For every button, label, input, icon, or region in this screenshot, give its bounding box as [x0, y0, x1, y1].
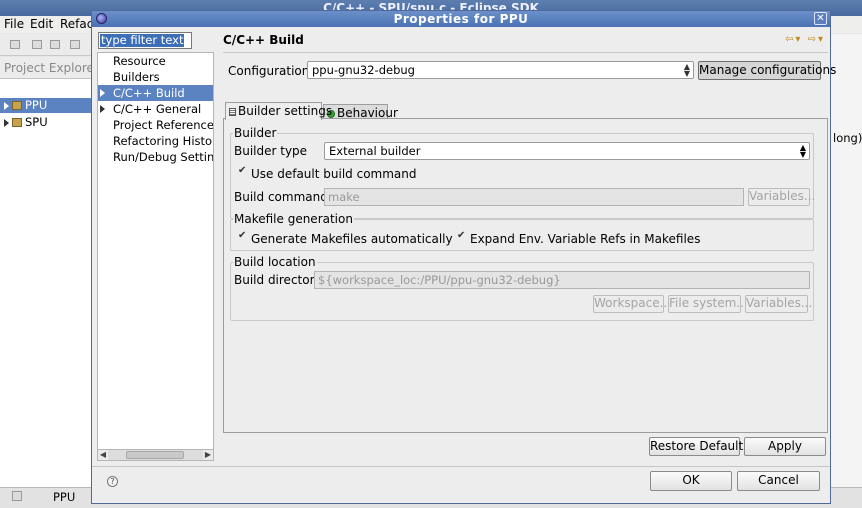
- nav-item-builders[interactable]: Builders: [98, 69, 213, 85]
- scroll-left-icon[interactable]: ◀: [98, 450, 108, 460]
- status-project-label: PPU: [53, 490, 76, 504]
- nav-item-project-references[interactable]: Project References: [98, 117, 213, 133]
- nav-item-label: C/C++ Build: [113, 86, 185, 100]
- nav-item-refactoring-history[interactable]: Refactoring History: [98, 133, 213, 149]
- variables-button[interactable]: Variables...: [748, 188, 815, 206]
- checkbox-label: Generate Makefiles automatically: [251, 232, 453, 246]
- build-command-field[interactable]: make: [324, 188, 744, 206]
- checkbox-checked-icon[interactable]: [238, 230, 247, 243]
- location-variables-button[interactable]: Variables...: [745, 295, 812, 313]
- expand-env-variable-refs-checkbox[interactable]: Expand Env. Variable Refs in Makefiles: [457, 230, 701, 246]
- updown-arrow-icon: ▲ ▼: [799, 143, 806, 159]
- nav-item-label: Run/Debug Settings: [113, 150, 214, 164]
- generate-makefiles-checkbox[interactable]: Generate Makefiles automatically: [238, 230, 453, 246]
- filter-placeholder-text: type filter text: [100, 33, 185, 47]
- editor-text-fragment: long): [833, 131, 862, 145]
- nav-item-resource[interactable]: Resource: [98, 53, 213, 69]
- dialog-title: Properties for PPU: [92, 11, 830, 27]
- project-explorer-title[interactable]: Project Explorer: [0, 57, 92, 79]
- project-folder-icon: [12, 118, 22, 127]
- builder-type-value: External builder: [329, 144, 421, 158]
- document-icon: [229, 108, 236, 116]
- configuration-label: Configuration:: [228, 64, 314, 78]
- scrollbar-thumb[interactable]: [126, 451, 184, 459]
- use-default-build-command-checkbox[interactable]: Use default build command: [238, 165, 417, 181]
- nav-item-cpp-build[interactable]: C/C++ Build: [98, 85, 213, 101]
- nav-item-label: C/C++ General: [113, 102, 202, 116]
- nav-item-cpp-general[interactable]: C/C++ General: [98, 101, 213, 117]
- tree-item-label: SPU: [25, 115, 48, 129]
- expand-arrow-icon[interactable]: [4, 101, 9, 110]
- configuration-value: ppu-gnu32-debug: [312, 63, 415, 77]
- nav-item-label: Project References: [113, 118, 214, 132]
- builder-type-select[interactable]: External builder ▲ ▼: [324, 142, 810, 160]
- build-directory-label: Build directory: [234, 273, 322, 287]
- new-icon[interactable]: [10, 40, 20, 49]
- horizontal-scrollbar[interactable]: ◀ ▶: [97, 449, 214, 461]
- checkbox-label: Use default build command: [251, 167, 417, 181]
- divider: [223, 52, 828, 53]
- divider: [92, 466, 830, 467]
- updown-arrow-icon: ▲ ▼: [683, 62, 690, 78]
- builder-group-title: Builder: [233, 126, 278, 140]
- expand-arrow-icon[interactable]: [4, 118, 9, 127]
- build-command-label: Build command:: [234, 190, 332, 204]
- cancel-button[interactable]: Cancel: [737, 471, 820, 491]
- save-icon[interactable]: [32, 40, 42, 49]
- builder-type-label: Builder type: [234, 144, 308, 158]
- project-explorer: Project Explorer PPU SPU: [0, 57, 92, 487]
- close-icon[interactable]: ✕: [814, 12, 827, 25]
- expand-arrow-icon[interactable]: [100, 105, 105, 113]
- build-location-group-title: Build location: [233, 255, 317, 269]
- makefile-group-title: Makefile generation: [233, 212, 354, 226]
- tab-builder-settings[interactable]: Builder settings: [225, 102, 332, 120]
- expand-arrow-icon[interactable]: [100, 89, 105, 97]
- restore-defaults-button[interactable]: Restore Defaults: [649, 437, 749, 456]
- tree-item-ppu[interactable]: PPU: [0, 98, 92, 113]
- editor-area-edge: [829, 34, 862, 487]
- properties-dialog: Properties for PPU ✕ type filter text Re…: [91, 10, 836, 504]
- ok-button[interactable]: OK: [650, 471, 732, 491]
- eclipse-toolbar: [0, 34, 92, 56]
- checkbox-checked-icon[interactable]: [457, 230, 466, 243]
- menu-edit[interactable]: Edit: [30, 17, 53, 31]
- menu-file[interactable]: File: [4, 17, 24, 31]
- save-all-icon[interactable]: [50, 40, 60, 49]
- build-directory-field[interactable]: ${workspace_loc:/PPU/ppu-gnu32-debug}: [314, 271, 810, 289]
- tab-label: Builder settings: [238, 104, 333, 118]
- nav-item-run-debug-settings[interactable]: Run/Debug Settings: [98, 149, 213, 165]
- back-forward-icon[interactable]: ⇦▾ ⇨▾: [785, 34, 825, 45]
- nav-item-label: Refactoring History: [113, 134, 214, 148]
- workspace-button[interactable]: Workspace...: [593, 295, 671, 313]
- help-icon[interactable]: ?: [107, 476, 118, 487]
- file-system-button[interactable]: File system...: [668, 295, 748, 313]
- property-page-tree: Resource Builders C/C++ Build C/C++ Gene…: [97, 52, 214, 450]
- nav-item-label: Resource: [113, 54, 166, 68]
- eclipse-icon: [96, 13, 107, 24]
- checkbox-label: Expand Env. Variable Refs in Makefiles: [470, 232, 701, 246]
- scroll-right-icon[interactable]: ▶: [203, 450, 213, 460]
- tree-item-spu[interactable]: SPU: [4, 115, 48, 130]
- fast-view-icon[interactable]: [12, 491, 22, 501]
- project-folder-icon: [12, 101, 22, 110]
- checkbox-checked-icon[interactable]: [238, 165, 247, 178]
- page-title: C/C++ Build: [223, 33, 304, 47]
- apply-button[interactable]: Apply: [744, 437, 826, 456]
- manage-configurations-button[interactable]: Manage configurations: [698, 61, 836, 80]
- tree-item-label: PPU: [25, 98, 48, 112]
- print-icon[interactable]: [70, 40, 80, 49]
- configuration-select[interactable]: ppu-gnu32-debug ▲ ▼: [307, 61, 694, 79]
- nav-item-label: Builders: [113, 70, 160, 84]
